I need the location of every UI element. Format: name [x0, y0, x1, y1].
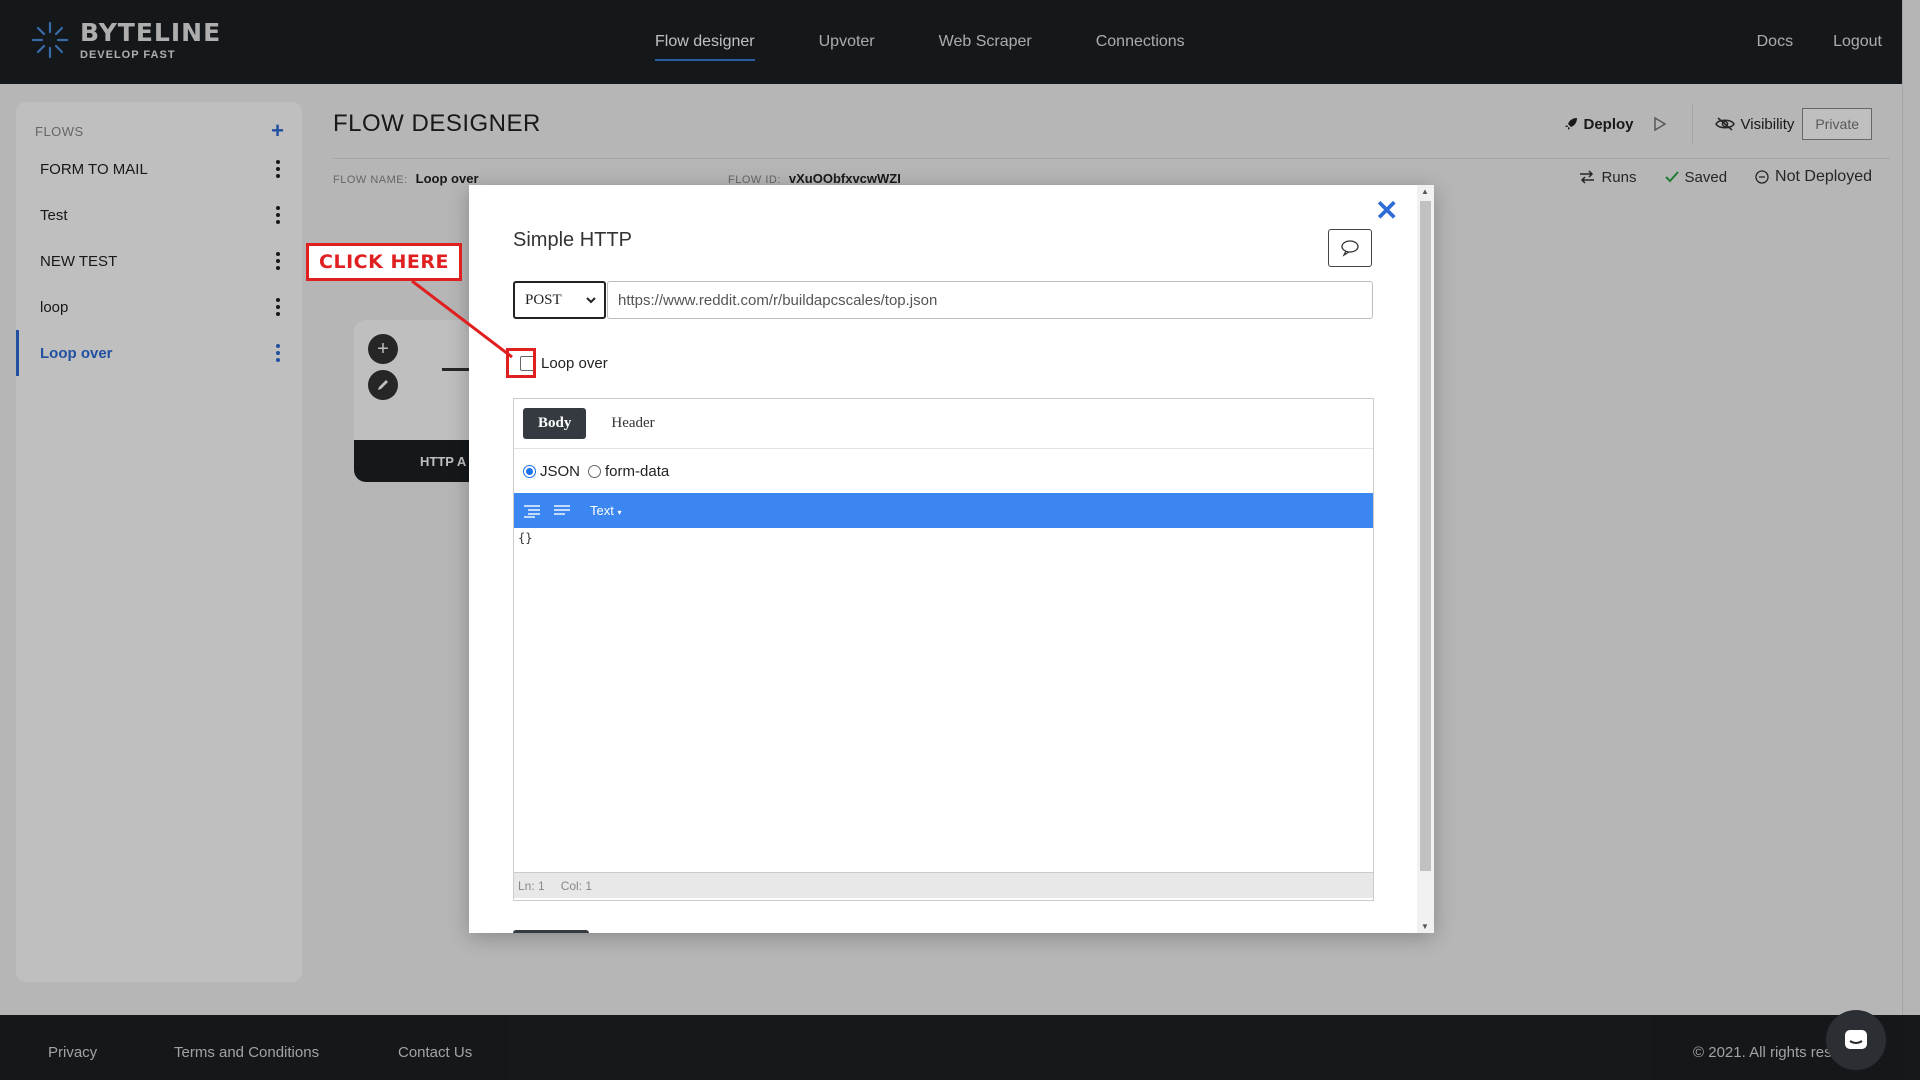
- http-method-select[interactable]: POST: [513, 281, 606, 319]
- line-indicator: Ln: 1: [518, 878, 545, 893]
- save-button[interactable]: [513, 930, 589, 933]
- http-method-value: POST: [525, 291, 562, 308]
- form-data-radio[interactable]: [588, 464, 602, 478]
- json-editor[interactable]: {}: [514, 528, 1373, 872]
- body-format-options: JSON form-data: [514, 449, 1373, 493]
- form-data-radio-label: form-data: [605, 462, 670, 480]
- format-json-icon[interactable]: [522, 501, 542, 521]
- caret-down-icon: ▾: [617, 508, 622, 517]
- editor-mode-dropdown[interactable]: Text ▾: [590, 503, 621, 518]
- tab-body[interactable]: Body: [523, 408, 587, 439]
- json-radio[interactable]: [523, 464, 536, 478]
- tab-header[interactable]: Header: [596, 408, 669, 439]
- editor-statusbar: Ln: 1 Col: 1: [514, 872, 1373, 898]
- json-radio-label: JSON: [540, 462, 581, 480]
- modal-title: Simple HTTP: [513, 229, 632, 251]
- chevron-down-icon: [586, 297, 596, 304]
- request-tabs: Body Header: [514, 399, 1373, 449]
- chat-launcher[interactable]: [1826, 1010, 1886, 1070]
- comment-button[interactable]: [1328, 229, 1372, 267]
- request-body-panel: Body Header JSON form-data Text ▾ {} Ln:…: [513, 398, 1374, 901]
- editor-mode-label: Text: [590, 503, 614, 518]
- modal-scrollbar[interactable]: ▲ ▼: [1417, 185, 1434, 933]
- simple-http-modal: ✕ Simple HTTP POST Loop over Body Header…: [469, 185, 1434, 933]
- speech-bubble-icon: [1341, 240, 1359, 257]
- editor-toolbar: Text ▾: [514, 493, 1373, 528]
- loop-over-label: Loop over: [541, 355, 608, 372]
- click-here-callout: CLICK HERE: [306, 243, 462, 281]
- column-indicator: Col: 1: [560, 878, 593, 893]
- close-icon[interactable]: ✕: [1375, 197, 1398, 225]
- compact-json-icon[interactable]: [552, 501, 572, 521]
- url-input[interactable]: [607, 281, 1373, 319]
- scrollbar-thumb[interactable]: [1420, 201, 1431, 871]
- scroll-up-icon[interactable]: ▲: [1421, 187, 1429, 196]
- checkbox-highlight: [506, 348, 536, 378]
- scroll-down-icon[interactable]: ▼: [1421, 922, 1429, 931]
- chat-icon: [1845, 1030, 1867, 1049]
